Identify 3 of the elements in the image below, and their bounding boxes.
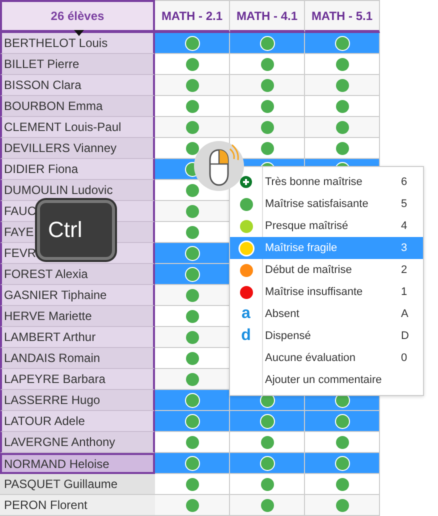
- letter-icon: a: [242, 306, 250, 322]
- letter-icon: d: [241, 328, 251, 344]
- ctrl-key-tooltip: Ctrl: [37, 200, 115, 260]
